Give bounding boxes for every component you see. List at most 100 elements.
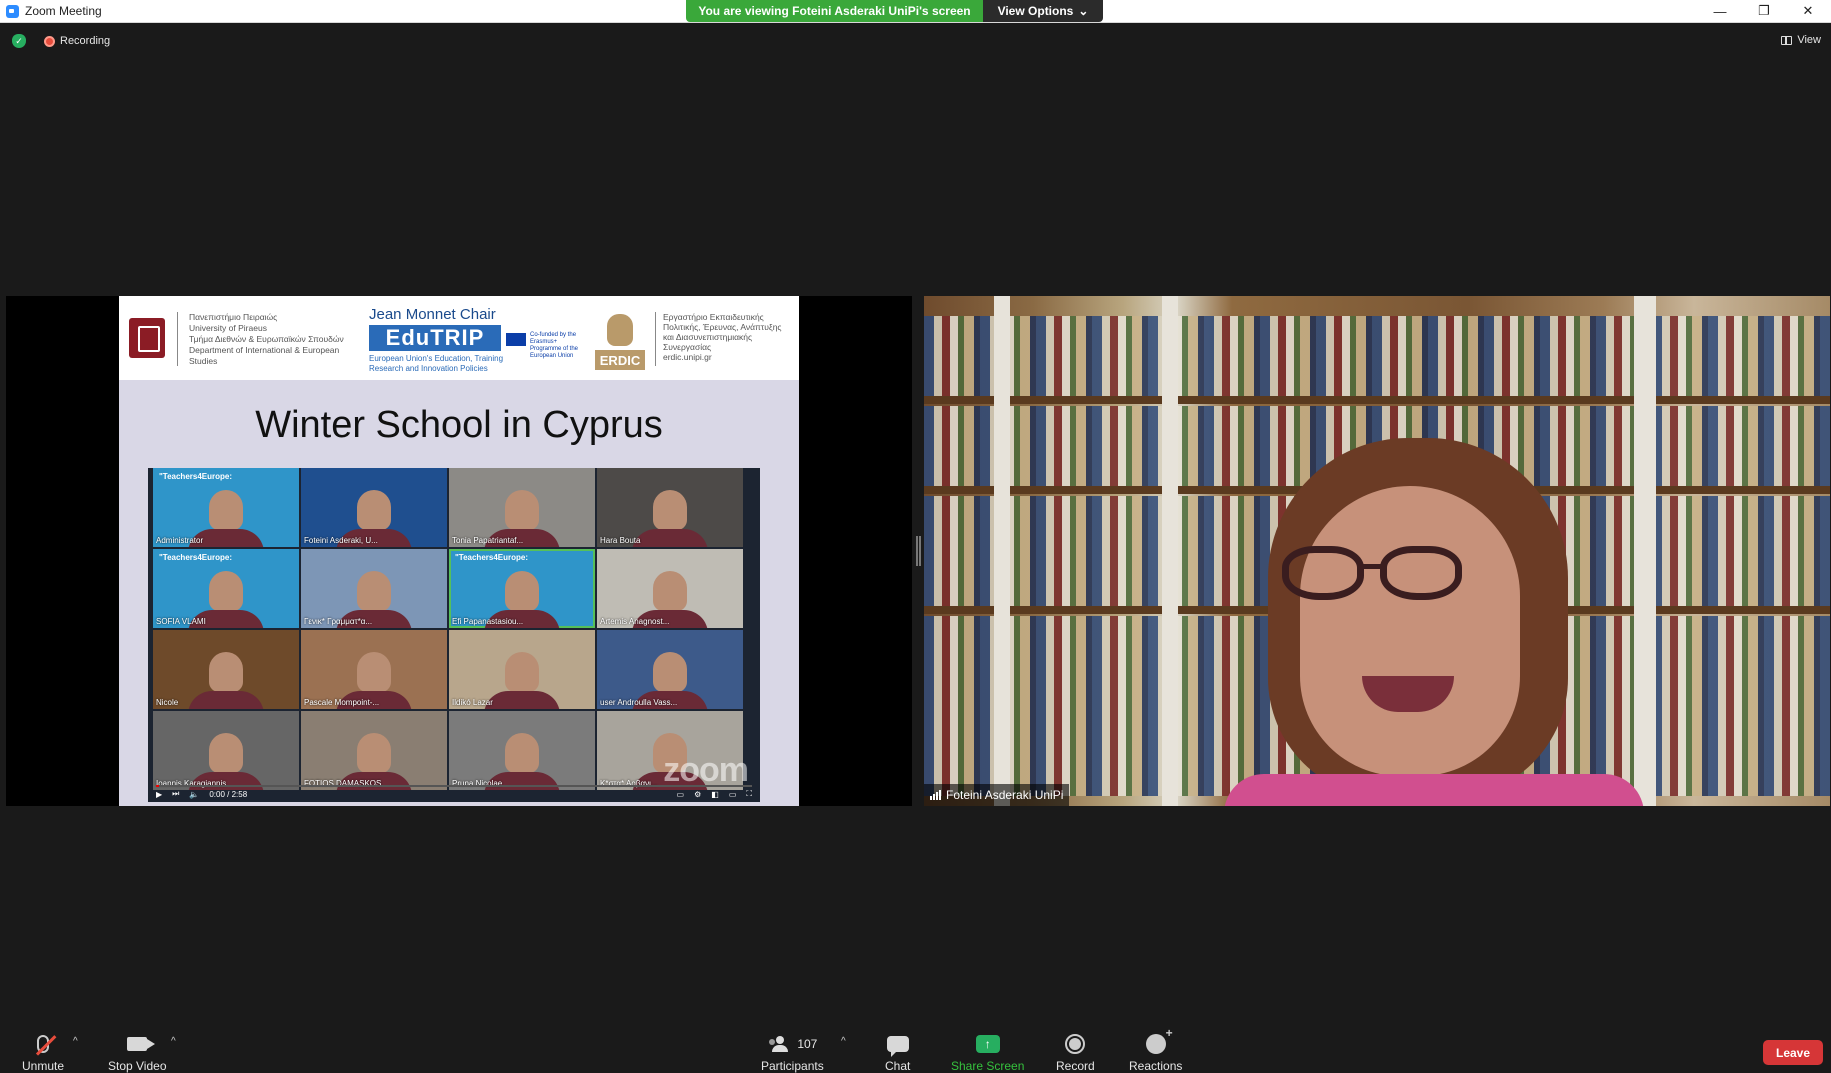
chat-label: Chat (885, 1059, 911, 1073)
bookshelf-shelf (924, 396, 1830, 404)
participant-face (357, 652, 391, 692)
erdic-description: Εργαστήριο Εκπαιδευτικής Πολιτικής, Έρευ… (663, 312, 782, 362)
panel-splitter-handle[interactable] (915, 536, 921, 566)
speaker-face (1300, 486, 1520, 776)
participant-tile: Pascale Mompoint-... (301, 630, 447, 709)
encryption-shield-icon[interactable]: ✓ (12, 34, 26, 48)
video-options-caret-icon[interactable]: ^ (171, 1036, 176, 1047)
theater-icon[interactable]: ▭ (729, 790, 737, 799)
presentation-slide: Πανεπιστήμιο Πειραιώς University of Pira… (119, 296, 799, 806)
unmute-button[interactable]: Unmute (22, 1032, 64, 1073)
muted-microphone-icon (35, 1035, 57, 1056)
participant-name: Ildikó Lazar (452, 698, 493, 707)
stop-video-label: Stop Video (108, 1059, 167, 1073)
erdic-logo-text: ERDIC (595, 350, 645, 370)
view-options-button[interactable]: View Options ⌄ (983, 0, 1103, 22)
participant-face (209, 652, 243, 692)
shared-screen-panel[interactable]: Πανεπιστήμιο Πειραιώς University of Pira… (6, 296, 912, 806)
play-icon[interactable]: ▶ (156, 790, 162, 799)
share-screen-button[interactable]: ↑ Share Screen (951, 1032, 1024, 1073)
participants-options-caret-icon[interactable]: ^ (841, 1036, 846, 1047)
participant-name: Pascale Mompoint-... (304, 698, 380, 707)
close-button[interactable]: ✕ (1785, 0, 1831, 22)
participant-tile: "Teachers4Europe: Administrator (153, 468, 299, 547)
restore-button[interactable]: ❐ (1741, 0, 1787, 22)
subtitles-icon[interactable]: ▭ (677, 790, 685, 799)
window-title-text: Zoom Meeting (25, 4, 102, 18)
share-screen-arrow-icon: ↑ (975, 1035, 1000, 1053)
record-icon (1065, 1034, 1086, 1054)
active-speaker-video[interactable]: Foteini Asderaki UniPi (924, 296, 1830, 806)
participant-face (209, 571, 243, 611)
next-icon[interactable]: ⏭ (172, 789, 179, 799)
participant-tile: "Teachers4Europe: SOFIA VLAMI (153, 549, 299, 628)
participant-face (209, 490, 243, 530)
participant-name: Foteini Asderaki, U... (304, 536, 378, 545)
chat-button[interactable]: Chat (885, 1032, 910, 1073)
close-icon: ✕ (1802, 3, 1814, 18)
fullscreen-icon[interactable]: ⛶ (746, 789, 752, 799)
participant-face (653, 571, 687, 611)
cabinet-frame (1162, 296, 1178, 806)
record-button[interactable]: Record (1056, 1032, 1095, 1073)
speaker-name-tag: Foteini Asderaki UniPi (924, 784, 1070, 806)
participant-tile: Hara Bouta (597, 468, 743, 547)
reactions-label: Reactions (1129, 1059, 1183, 1073)
settings-icon[interactable]: ⚙ (694, 790, 701, 799)
participants-label: Participants (761, 1059, 824, 1073)
participant-body (188, 691, 264, 709)
poster-text: "Teachers4Europe: (159, 553, 233, 562)
window-titlebar: Zoom Meeting You are viewing Foteini Asd… (0, 0, 1831, 23)
zoom-app-icon (6, 4, 19, 18)
participant-name: Nicole (156, 698, 179, 707)
view-button[interactable]: View (1781, 34, 1821, 46)
header-divider (177, 312, 178, 366)
participant-name: Hara Bouta (600, 536, 641, 545)
participant-face (653, 490, 687, 530)
speaker-name-label: Foteini Asderaki UniPi (946, 788, 1064, 802)
poster-text: "Teachers4Europe: (455, 553, 529, 562)
participant-body (484, 691, 560, 709)
glasses-icon (1282, 546, 1364, 600)
slide-header: Πανεπιστήμιο Πειραιώς University of Pira… (119, 296, 799, 380)
participants-button[interactable]: 107 Participants (761, 1032, 824, 1073)
recording-dot-icon (44, 35, 55, 47)
reactions-button[interactable]: Reactions (1129, 1026, 1183, 1073)
signal-strength-icon (930, 790, 941, 800)
participant-face (357, 733, 391, 773)
university-name: Πανεπιστήμιο Πειραιώς University of Pira… (189, 312, 344, 366)
bookshelf-row (924, 316, 1830, 396)
view-label: View (1797, 34, 1821, 46)
participant-tile: user Androulla Vass... (597, 630, 743, 709)
erdic-logo: ERDIC (595, 308, 645, 374)
eu-cofunded-text: Co-funded by the Erasmus+ Programme of t… (530, 332, 579, 359)
participant-name: SOFIA VLAMI (156, 617, 206, 626)
gallery-view-icon (1781, 35, 1793, 45)
glasses-bridge (1360, 564, 1384, 569)
speaker-shirt (1224, 774, 1644, 806)
stop-video-button[interactable]: Stop Video (108, 1032, 167, 1073)
participant-face (505, 733, 539, 773)
participant-tile: Ioannis Karagiannis (153, 711, 299, 790)
participant-face (505, 571, 539, 611)
leave-button[interactable]: Leave (1763, 1040, 1823, 1065)
minimize-icon: — (1713, 3, 1727, 19)
participants-count: 107 (797, 1037, 818, 1051)
unmute-label: Unmute (22, 1059, 65, 1073)
recording-indicator[interactable]: Recording (44, 35, 110, 47)
volume-icon[interactable]: 🔈 (189, 790, 199, 799)
recording-label: Recording (60, 35, 111, 47)
miniplayer-icon[interactable]: ◧ (711, 790, 719, 799)
participant-face (505, 490, 539, 530)
share-screen-label: Share Screen (951, 1059, 1025, 1073)
smiley-icon (1145, 1026, 1173, 1054)
audio-options-caret-icon[interactable]: ^ (73, 1036, 78, 1047)
participant-name: Tonia Papatriantaf... (452, 536, 524, 545)
zoom-watermark: zoom (663, 751, 749, 789)
cabinet-frame (1634, 296, 1656, 806)
restore-icon: ❐ (1758, 3, 1770, 18)
record-label: Record (1056, 1059, 1095, 1073)
cabinet-frame (994, 296, 1010, 806)
participant-name: Efi Papanastasiou... (452, 617, 524, 626)
minimize-button[interactable]: — (1697, 0, 1743, 22)
